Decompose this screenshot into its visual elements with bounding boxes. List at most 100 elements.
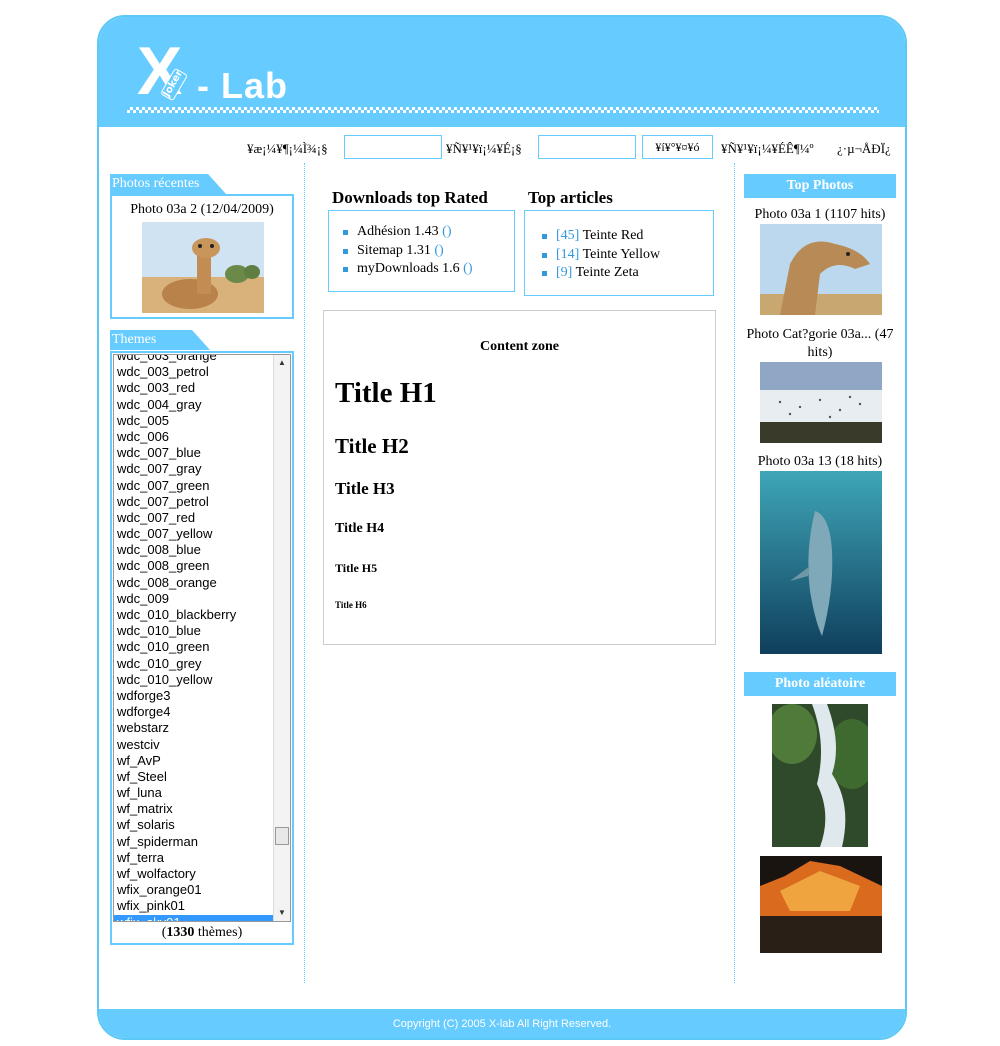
theme-option[interactable]: wf_wolfactory xyxy=(114,866,274,882)
articles-title: Top articles xyxy=(528,188,613,207)
theme-option[interactable]: wf_spiderman xyxy=(114,834,274,850)
theme-option[interactable]: wdc_005 xyxy=(114,413,274,429)
theme-option[interactable]: wf_solaris xyxy=(114,817,274,833)
themes-count: (1330 thèmes) xyxy=(112,925,292,941)
scroll-up-arrow-icon[interactable]: ▲ xyxy=(274,355,290,371)
theme-option[interactable]: wdforge4 xyxy=(114,704,274,720)
top-photo-dolphin[interactable] xyxy=(760,471,882,654)
download-item[interactable]: Sitemap 1.31 () xyxy=(343,242,473,261)
theme-option[interactable]: wdc_008_orange xyxy=(114,575,274,591)
theme-option[interactable]: wdc_009 xyxy=(114,591,274,607)
article-count[interactable]: [45] xyxy=(556,228,579,243)
theme-option[interactable]: wdc_007_gray xyxy=(114,461,274,477)
download-name[interactable]: Sitemap 1.31 xyxy=(357,243,431,258)
theme-option[interactable]: wfix_orange01 xyxy=(114,882,274,898)
header-checker-strip xyxy=(127,107,879,113)
theme-option[interactable]: wdc_003_orange xyxy=(114,355,274,364)
downloads-title: Downloads top Rated xyxy=(332,188,488,207)
recent-photos-title: Photos récentes xyxy=(110,174,226,194)
article-name[interactable]: Teinte Yellow xyxy=(583,247,661,262)
theme-option[interactable]: wfix_pink01 xyxy=(114,898,274,914)
random-photo-title: Photo aléatoire xyxy=(744,672,896,696)
article-item[interactable]: [14] Teinte Yellow xyxy=(542,246,660,265)
top-photo-caption-2[interactable]: Photo Cat?gorie 03a... (47 hits) xyxy=(735,326,905,362)
theme-option[interactable]: wdc_010_blue xyxy=(114,623,274,639)
article-count[interactable]: [14] xyxy=(556,247,579,262)
theme-option[interactable]: wdc_007_blue xyxy=(114,445,274,461)
login-button[interactable]: ¥í¥°¥¤¥ó xyxy=(642,135,713,159)
downloads-list: Adhésion 1.43 () Sitemap 1.31 () myDownloa… xyxy=(343,223,473,279)
themes-scrollbar[interactable]: ▲ ▼ xyxy=(273,355,290,921)
themes-count-number: 1330 xyxy=(166,925,195,940)
theme-option[interactable]: wdc_010_yellow xyxy=(114,672,274,688)
download-rating-link[interactable]: () xyxy=(434,243,443,258)
column-divider-left xyxy=(304,163,305,983)
theme-option[interactable]: wdc_010_grey xyxy=(114,656,274,672)
title-h4: Title H4 xyxy=(335,521,385,536)
themes-select[interactable]: wdc_003_orange wdc_003_petrol wdc_003_red w… xyxy=(113,354,291,922)
recent-photo-camel[interactable] xyxy=(142,222,264,313)
theme-option[interactable]: wf_Steel xyxy=(114,769,274,785)
theme-option[interactable]: wdc_010_green xyxy=(114,639,274,655)
content-zone: Content zone Title H1 Title H2 Title H3 … xyxy=(323,310,716,645)
scroll-down-arrow-icon[interactable]: ▼ xyxy=(274,905,290,921)
download-item[interactable]: Adhésion 1.43 () xyxy=(343,223,473,242)
top-photos-title: Top Photos xyxy=(744,174,896,198)
theme-option[interactable]: wdc_003_red xyxy=(114,380,274,396)
theme-option[interactable]: wf_AvP xyxy=(114,753,274,769)
scroll-thumb[interactable] xyxy=(275,827,289,845)
site-footer: Copyright (C) 2005 X-lab All Right Reser… xyxy=(99,1009,905,1038)
site-logo[interactable]: X Joker - Lab xyxy=(137,37,307,107)
top-photo-birds[interactable] xyxy=(760,362,882,443)
theme-option[interactable]: wdc_007_petrol xyxy=(114,494,274,510)
theme-option[interactable]: wdc_007_yellow xyxy=(114,526,274,542)
theme-option[interactable]: wdc_010_blackberry xyxy=(114,607,274,623)
top-photo-caption-3[interactable]: Photo 03a 13 (18 hits) xyxy=(735,453,905,471)
theme-option[interactable]: wdc_004_gray xyxy=(114,397,274,413)
theme-option[interactable]: wdc_007_green xyxy=(114,478,274,494)
themes-box: wdc_003_orange wdc_003_petrol wdc_003_red w… xyxy=(110,351,294,945)
recent-photo-caption[interactable]: Photo 03a 2 (12/04/2009) xyxy=(112,202,292,218)
download-name[interactable]: myDownloads 1.6 xyxy=(357,261,460,276)
theme-option[interactable]: wdc_007_red xyxy=(114,510,274,526)
theme-option[interactable]: wdforge3 xyxy=(114,688,274,704)
themes-title: Themes xyxy=(110,330,210,350)
theme-option[interactable]: westciv xyxy=(114,737,274,753)
password-input[interactable] xyxy=(538,135,636,159)
random-photo-waterfall[interactable] xyxy=(772,704,868,847)
top-photo-caption-1[interactable]: Photo 03a 1 (1107 hits) xyxy=(735,206,905,224)
theme-option[interactable]: wdc_006 xyxy=(114,429,274,445)
register-link[interactable]: ¿·µ¬ÅÐÏ¿ xyxy=(837,141,891,157)
random-photo-canyon[interactable] xyxy=(760,856,882,953)
theme-option[interactable]: wf_matrix xyxy=(114,801,274,817)
themes-options: wdc_003_orange wdc_003_petrol wdc_003_red w… xyxy=(114,355,274,921)
article-name[interactable]: Teinte Zeta xyxy=(576,265,639,280)
theme-option[interactable]: wdc_003_petrol xyxy=(114,364,274,380)
download-rating-link[interactable]: () xyxy=(463,261,472,276)
download-rating-link[interactable]: () xyxy=(442,224,451,239)
article-item[interactable]: [9] Teinte Zeta xyxy=(542,264,660,283)
article-count[interactable]: [9] xyxy=(556,265,572,280)
theme-option[interactable]: wdc_008_blue xyxy=(114,542,274,558)
download-name[interactable]: Adhésion 1.43 xyxy=(357,224,439,239)
site-header: X Joker - Lab xyxy=(99,17,905,127)
theme-option[interactable]: wf_terra xyxy=(114,850,274,866)
logo-text: - Lab xyxy=(197,65,288,106)
downloads-box: Adhésion 1.43 () Sitemap 1.31 () myDownloa… xyxy=(328,210,515,292)
title-h2: Title H2 xyxy=(335,434,409,458)
article-name[interactable]: Teinte Red xyxy=(583,228,644,243)
theme-option[interactable]: webstarz xyxy=(114,720,274,736)
theme-option[interactable]: wfix_sky01 xyxy=(114,914,274,921)
username-input[interactable] xyxy=(344,135,442,159)
recent-photos-box: Photo 03a 2 (12/04/2009) xyxy=(110,194,294,319)
lost-password-link[interactable]: ¥Ñ¥¹¥ï¡¼¥ÉÊ¶¼º xyxy=(721,141,814,157)
content-zone-label: Content zone xyxy=(480,339,559,354)
article-item[interactable]: [45] Teinte Red xyxy=(542,227,660,246)
themes-count-suffix: thèmes) xyxy=(194,925,243,940)
username-label: ¥æ¡¼¥¶¡¼Ì¾¡§ xyxy=(247,141,328,156)
top-photo-camel[interactable] xyxy=(760,224,882,315)
theme-option[interactable]: wf_luna xyxy=(114,785,274,801)
theme-option[interactable]: wdc_008_green xyxy=(114,558,274,574)
download-item[interactable]: myDownloads 1.6 () xyxy=(343,260,473,279)
title-h5: Title H5 xyxy=(335,561,378,575)
